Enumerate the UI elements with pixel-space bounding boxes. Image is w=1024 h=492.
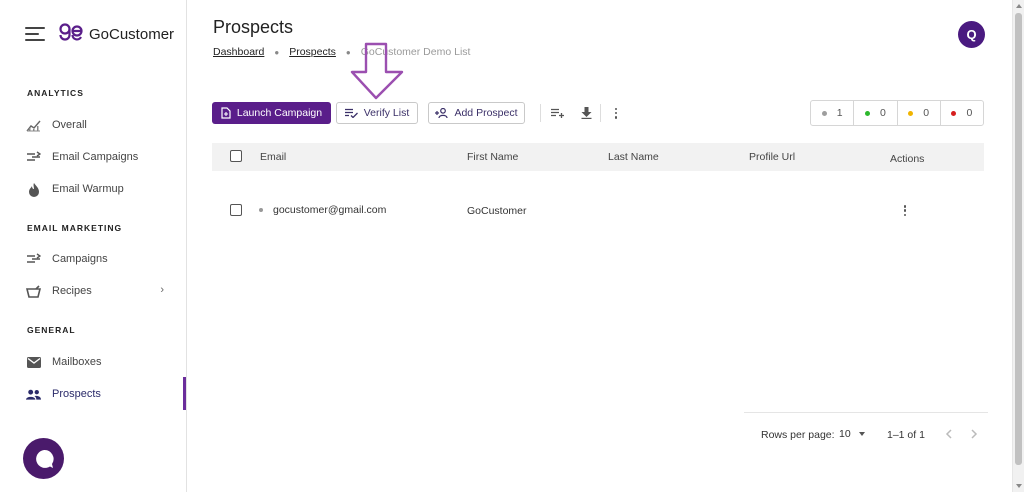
- sidebar-item-label: Campaigns: [52, 253, 108, 265]
- stat-count: 0: [879, 107, 886, 119]
- add-prospect-label: Add Prospect: [454, 107, 518, 119]
- sidebar: GoCustomer ANALYTICS Overall Email Campa…: [0, 0, 187, 492]
- stat-unverified[interactable]: 1: [811, 101, 855, 125]
- logo-icon: [59, 23, 83, 41]
- active-indicator: [183, 377, 186, 410]
- avatar[interactable]: Q: [958, 21, 985, 48]
- basket-icon: [26, 284, 41, 299]
- toolbar-divider: [540, 104, 541, 122]
- table-header: Email First Name Last Name Profile Url A…: [212, 143, 984, 171]
- column-actions: Actions: [890, 153, 925, 165]
- rows-per-page-select[interactable]: 10: [839, 428, 865, 440]
- column-profile-url[interactable]: Profile Url: [749, 151, 795, 163]
- sidebar-item-email-warmup[interactable]: Email Warmup: [26, 179, 176, 199]
- next-page-icon[interactable]: [967, 427, 981, 441]
- column-email[interactable]: Email: [260, 151, 286, 163]
- sidebar-item-label: Email Warmup: [52, 183, 124, 195]
- cell-first-name: GoCustomer: [467, 205, 527, 217]
- status-dot-yellow: [908, 110, 914, 116]
- campaigns-icon: [26, 150, 41, 165]
- people-icon: [26, 387, 41, 402]
- rows-per-page-label: Rows per page:: [761, 429, 835, 441]
- chat-launcher[interactable]: [23, 438, 64, 479]
- add-to-list-icon[interactable]: [549, 105, 565, 121]
- breadcrumb-dashboard[interactable]: Dashboard: [213, 46, 264, 58]
- sidebar-item-label: Email Campaigns: [52, 151, 139, 163]
- playlist-check-icon: [344, 108, 358, 118]
- verify-list-button[interactable]: Verify List: [336, 102, 418, 124]
- verify-list-label: Verify List: [363, 107, 410, 119]
- row-checkbox[interactable]: [230, 204, 242, 216]
- section-title-email-marketing: EMAIL MARKETING: [27, 223, 123, 233]
- rows-per-page-value: 10: [839, 428, 851, 440]
- row-actions-icon[interactable]: [902, 205, 908, 216]
- sidebar-item-email-campaigns[interactable]: Email Campaigns: [26, 147, 176, 167]
- caret-down-icon: [858, 432, 865, 436]
- add-person-icon: [435, 108, 449, 118]
- sidebar-item-label: Overall: [52, 119, 87, 131]
- sidebar-item-mailboxes[interactable]: Mailboxes: [26, 352, 176, 372]
- stat-risky[interactable]: 0: [898, 101, 941, 125]
- sidebar-item-label: Prospects: [52, 388, 101, 400]
- column-last-name[interactable]: Last Name: [608, 151, 659, 163]
- status-counts: 1 0 0 0: [810, 100, 984, 126]
- stat-count: 0: [923, 107, 930, 119]
- status-dot-red: [951, 110, 957, 116]
- page-title: Prospects: [213, 17, 294, 37]
- logo-text: GoCustomer: [89, 25, 175, 43]
- sidebar-item-campaigns[interactable]: Campaigns: [26, 249, 176, 269]
- arrow-annotation-icon: [350, 42, 404, 100]
- stat-valid[interactable]: 0: [854, 101, 898, 125]
- add-prospect-button[interactable]: Add Prospect: [428, 102, 525, 124]
- stat-count: 1: [836, 107, 843, 119]
- status-dot-grey: [259, 208, 263, 212]
- breadcrumb-prospects[interactable]: Prospects: [289, 46, 336, 58]
- flame-icon: [26, 182, 41, 197]
- section-title-analytics: ANALYTICS: [27, 88, 84, 98]
- sidebar-item-recipes[interactable]: Recipes ›: [26, 281, 176, 301]
- toolbar-divider: [600, 104, 601, 122]
- table-row[interactable]: gocustomer@gmail.com GoCustomer: [212, 196, 984, 224]
- stat-invalid[interactable]: 0: [941, 101, 983, 125]
- vertical-scrollbar[interactable]: [1012, 0, 1024, 492]
- pagination-range: 1–1 of 1: [887, 429, 925, 441]
- scroll-thumb[interactable]: [1015, 13, 1022, 465]
- section-title-general: GENERAL: [27, 325, 76, 335]
- campaigns-icon: [26, 252, 41, 267]
- sidebar-item-label: Recipes: [52, 285, 92, 297]
- more-options-icon[interactable]: [608, 105, 624, 121]
- column-first-name[interactable]: First Name: [467, 151, 518, 163]
- select-all-checkbox[interactable]: [230, 150, 242, 162]
- logo[interactable]: GoCustomer: [59, 23, 174, 45]
- sidebar-item-overall[interactable]: Overall: [26, 115, 176, 135]
- sidebar-item-prospects[interactable]: Prospects: [26, 384, 176, 404]
- launch-campaign-button[interactable]: Launch Campaign: [212, 102, 331, 124]
- status-dot-grey: [821, 110, 827, 116]
- scroll-down-icon[interactable]: [1016, 484, 1022, 488]
- previous-page-icon[interactable]: [941, 427, 955, 441]
- chart-icon: [26, 118, 41, 133]
- stat-count: 0: [966, 107, 973, 119]
- menu-icon[interactable]: [25, 27, 45, 41]
- download-icon[interactable]: [578, 105, 594, 121]
- cell-email: gocustomer@gmail.com: [273, 204, 387, 216]
- mail-icon: [26, 355, 41, 370]
- sidebar-item-label: Mailboxes: [52, 356, 102, 368]
- chat-icon: [35, 449, 54, 468]
- document-icon: [221, 107, 231, 119]
- breadcrumb-separator: ●: [274, 47, 280, 57]
- launch-campaign-label: Launch Campaign: [236, 107, 323, 119]
- scroll-up-icon[interactable]: [1016, 4, 1022, 8]
- footer-divider: [744, 412, 988, 413]
- breadcrumb: Dashboard ● Prospects ● GoCustomer Demo …: [213, 46, 470, 58]
- status-dot-green: [864, 110, 870, 116]
- chevron-right-icon: ›: [160, 284, 164, 296]
